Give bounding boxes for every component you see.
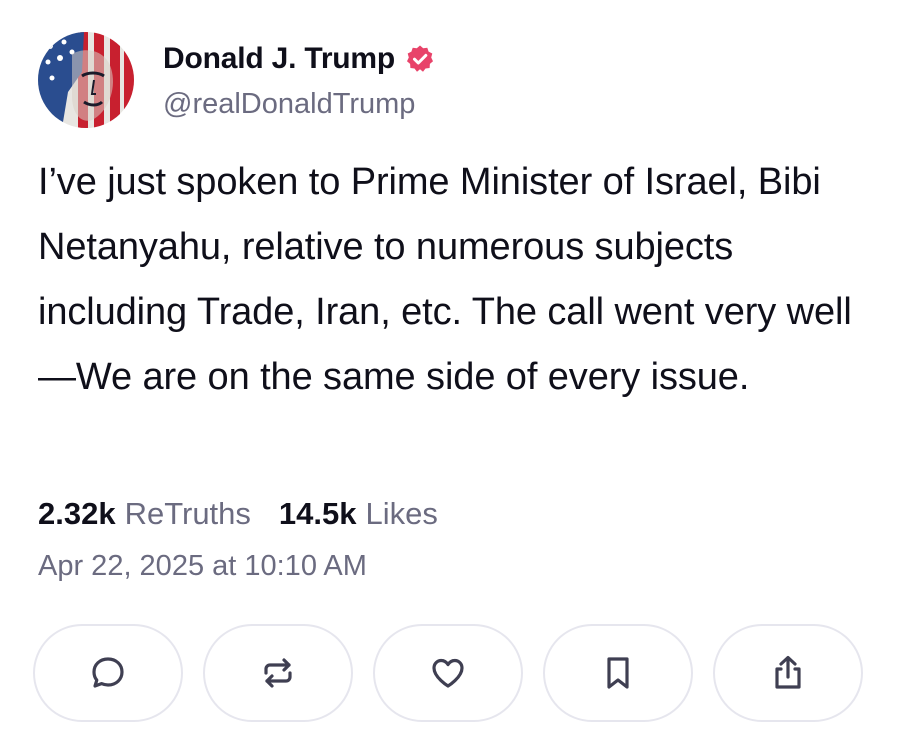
display-name[interactable]: Donald J. Trump [163,42,395,76]
share-button[interactable] [713,624,863,722]
likes-label[interactable]: Likes [366,496,438,532]
heart-icon [432,658,464,688]
post-timestamp: Apr 22, 2025 at 10:10 AM [38,550,367,582]
avatar[interactable] [38,32,134,128]
retruths-label[interactable]: ReTruths [125,496,251,532]
author-handle[interactable]: @realDonaldTrump [163,84,435,124]
retruth-button[interactable] [203,624,353,722]
likes-count[interactable]: 14.5k [279,496,357,532]
truth-post: Donald J. Trump @realDonaldTrump I’ve ju… [0,0,900,742]
post-header: Donald J. Trump @realDonaldTrump [38,30,435,130]
like-button[interactable] [373,624,523,722]
verified-badge-icon [405,44,435,74]
avatar-flag-portrait-icon [38,32,134,128]
repost-icon [264,658,292,688]
retruths-count[interactable]: 2.32k [38,496,116,532]
bookmark-icon [607,657,629,689]
post-stats: 2.32k ReTruths 14.5k Likes [38,492,438,536]
post-text: I’ve just spoken to Prime Minister of Is… [38,161,852,398]
display-name-row: Donald J. Trump [163,36,435,82]
reply-button[interactable] [33,624,183,722]
action-bar [33,624,863,722]
share-icon [775,655,801,689]
bookmark-button[interactable] [543,624,693,722]
comment-icon [92,657,124,688]
author-names: Donald J. Trump @realDonaldTrump [163,36,435,124]
